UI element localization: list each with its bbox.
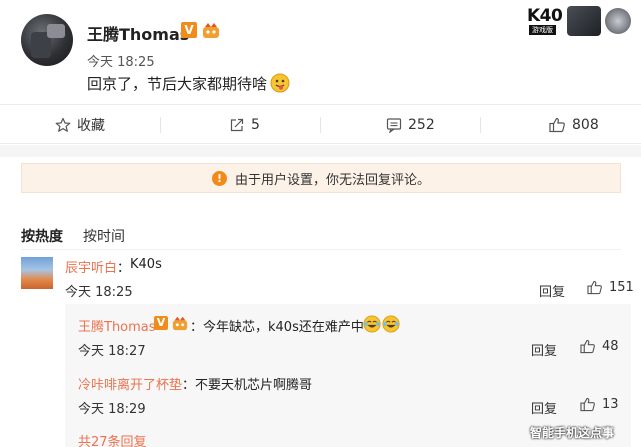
reply-text: 今年缺芯，k40s还在难产中 [203, 320, 364, 335]
vip-crown-icon [203, 23, 219, 38]
warning-icon: ! [211, 170, 227, 186]
tabs-divider [21, 249, 621, 250]
share-button[interactable]: 5 [229, 105, 260, 145]
share-count: 5 [251, 117, 260, 133]
reply-separator: ： [182, 378, 196, 393]
reply-like-count: 48 [602, 339, 619, 354]
k40-subtitle: 游戏版 [529, 25, 556, 35]
like-count: 808 [572, 117, 599, 133]
tab-sort-hot[interactable]: 按热度 [21, 226, 63, 246]
verified-badge: V [154, 316, 168, 330]
promo-avatar-image [605, 8, 631, 34]
laugh-cry-emoji-icon [363, 315, 381, 333]
watermark: 智能手机这点事 [530, 426, 615, 440]
post-action-bar: 收藏 5 252 808 [0, 104, 641, 144]
reply-time: 今天 18:29 [78, 402, 146, 417]
comment-count: 252 [408, 117, 435, 133]
reply-like-button[interactable]: 48 [580, 339, 619, 354]
commenter-avatar[interactable] [21, 257, 53, 289]
thumbs-up-icon [587, 280, 602, 295]
reply-reply-button[interactable]: 回复 [531, 340, 557, 359]
tab-sort-time[interactable]: 按时间 [83, 226, 125, 246]
k40-title: K40 [527, 6, 563, 26]
thumbs-up-icon [580, 397, 595, 412]
k40-promo-logo[interactable]: K40 游戏版 [527, 6, 635, 38]
comment-like-button[interactable]: 151 [587, 280, 634, 295]
reply-username[interactable]: 冷咔啡离开了杯垫 [78, 374, 182, 393]
action-divider [160, 117, 161, 133]
more-replies-link[interactable]: 共27条回复 [78, 431, 147, 447]
verified-badge: V [181, 22, 197, 38]
action-divider [480, 117, 481, 133]
author-avatar[interactable] [21, 14, 73, 66]
post-text: 回京了，节后大家都期待啥 [87, 75, 268, 93]
author-name[interactable]: 王腾Thomas [87, 21, 189, 45]
reply-disabled-notice: ! 由于用户设置，你无法回复评论。 [21, 163, 621, 193]
section-divider [0, 145, 641, 157]
thumbs-up-icon [549, 117, 565, 133]
promo-figure-image [567, 6, 601, 36]
post-time[interactable]: 今天 18:25 [87, 51, 155, 70]
star-icon [55, 117, 71, 132]
favorite-button[interactable]: 收藏 [55, 105, 105, 145]
thumbs-up-icon [580, 339, 595, 354]
comment-reply-button[interactable]: 回复 [539, 281, 565, 300]
reply-time: 今天 18:27 [78, 344, 146, 359]
reply-text: 不要天机芯片啊腾哥 [195, 378, 313, 393]
share-icon [230, 118, 244, 132]
laugh-cry-emoji-icon [382, 315, 400, 333]
notice-text: 由于用户设置，你无法回复评论。 [234, 172, 430, 188]
comment-icon [386, 118, 402, 133]
reply-username[interactable]: 王腾Thomas [78, 316, 156, 335]
comment-button[interactable]: 252 [386, 105, 435, 145]
post-header: 王腾Thomas V 今天 18:25 回京了，节后大家都期待啥 K40 游戏版 [0, 0, 641, 104]
comment-text: K40s [130, 257, 162, 272]
tongue-out-emoji-icon [270, 73, 290, 93]
reply-like-count: 13 [602, 397, 619, 412]
comment-separator: ： [117, 261, 131, 276]
favorite-label: 收藏 [77, 118, 105, 134]
like-button[interactable]: 808 [549, 105, 599, 145]
vip-crown-icon [172, 316, 188, 331]
comment-time: 今天 18:25 [65, 285, 133, 300]
reply-like-button[interactable]: 13 [580, 397, 619, 412]
reply-reply-button[interactable]: 回复 [531, 398, 557, 417]
action-divider [320, 117, 321, 133]
reply-separator: ： [190, 320, 204, 335]
comment-username[interactable]: 辰宇听白 [65, 257, 117, 276]
comment-like-count: 151 [609, 280, 634, 295]
